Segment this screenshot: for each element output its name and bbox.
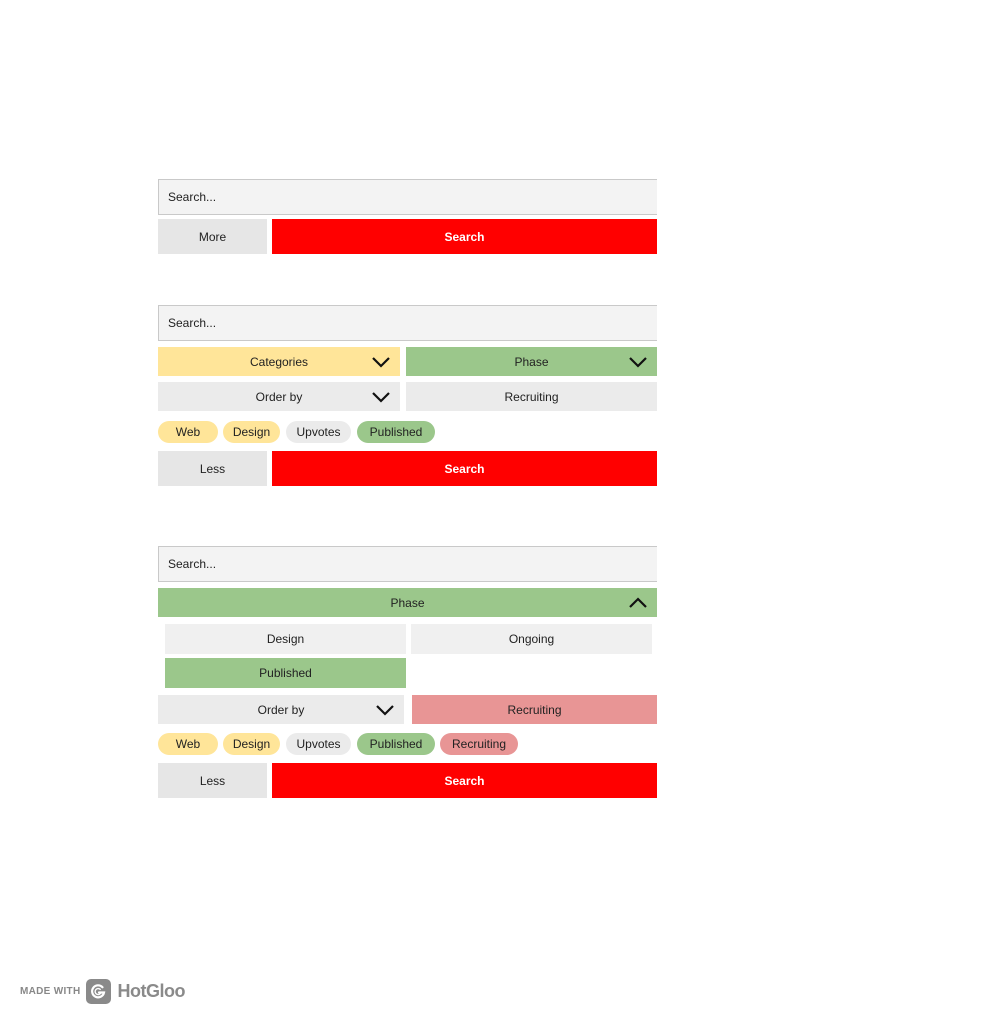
order-by-dropdown[interactable]: Order by: [158, 382, 400, 411]
order-by-dropdown-label: Order by: [257, 702, 305, 717]
chevron-down-icon: [372, 391, 390, 403]
phase-option-design[interactable]: Design: [165, 624, 406, 654]
phase-dropdown[interactable]: Phase: [158, 588, 657, 617]
made-with-hotgloo-badge[interactable]: MADE WITH HotGloo: [20, 978, 185, 1004]
made-with-label: MADE WITH: [20, 985, 81, 997]
recruiting-toggle[interactable]: Recruiting: [406, 382, 657, 411]
phase-dropdown-label: Phase: [514, 354, 549, 369]
tag-web[interactable]: Web: [158, 421, 218, 443]
tag-web[interactable]: Web: [158, 733, 218, 755]
tag-published[interactable]: Published: [357, 733, 435, 755]
phase-dropdown[interactable]: Phase: [406, 347, 657, 376]
tag-design[interactable]: Design: [223, 733, 280, 755]
chevron-down-icon: [629, 356, 647, 368]
tag-published[interactable]: Published: [357, 421, 435, 443]
search-button[interactable]: Search: [272, 219, 657, 254]
tag-design[interactable]: Design: [223, 421, 280, 443]
order-by-dropdown-label: Order by: [255, 389, 303, 404]
phase-option-ongoing[interactable]: Ongoing: [411, 624, 652, 654]
categories-dropdown[interactable]: Categories: [158, 347, 400, 376]
less-button[interactable]: Less: [158, 763, 267, 798]
brand-name: HotGloo: [117, 980, 185, 1001]
categories-dropdown-label: Categories: [249, 354, 309, 369]
search-button[interactable]: Search: [272, 763, 657, 798]
search-input[interactable]: [158, 179, 657, 215]
chevron-down-icon: [376, 704, 394, 716]
chevron-down-icon: [372, 356, 390, 368]
tag-upvotes[interactable]: Upvotes: [286, 733, 351, 755]
search-button[interactable]: Search: [272, 451, 657, 486]
phase-dropdown-label: Phase: [390, 595, 425, 610]
chevron-up-icon: [629, 596, 647, 608]
order-by-dropdown[interactable]: Order by: [158, 695, 404, 724]
search-input[interactable]: [158, 305, 657, 341]
more-button[interactable]: More: [158, 219, 267, 254]
recruiting-toggle[interactable]: Recruiting: [412, 695, 657, 724]
tag-recruiting[interactable]: Recruiting: [440, 733, 518, 755]
search-input[interactable]: [158, 546, 657, 582]
phase-option-published[interactable]: Published: [165, 658, 406, 688]
less-button[interactable]: Less: [158, 451, 267, 486]
tag-upvotes[interactable]: Upvotes: [286, 421, 351, 443]
hotgloo-logo-icon: [86, 978, 112, 1004]
